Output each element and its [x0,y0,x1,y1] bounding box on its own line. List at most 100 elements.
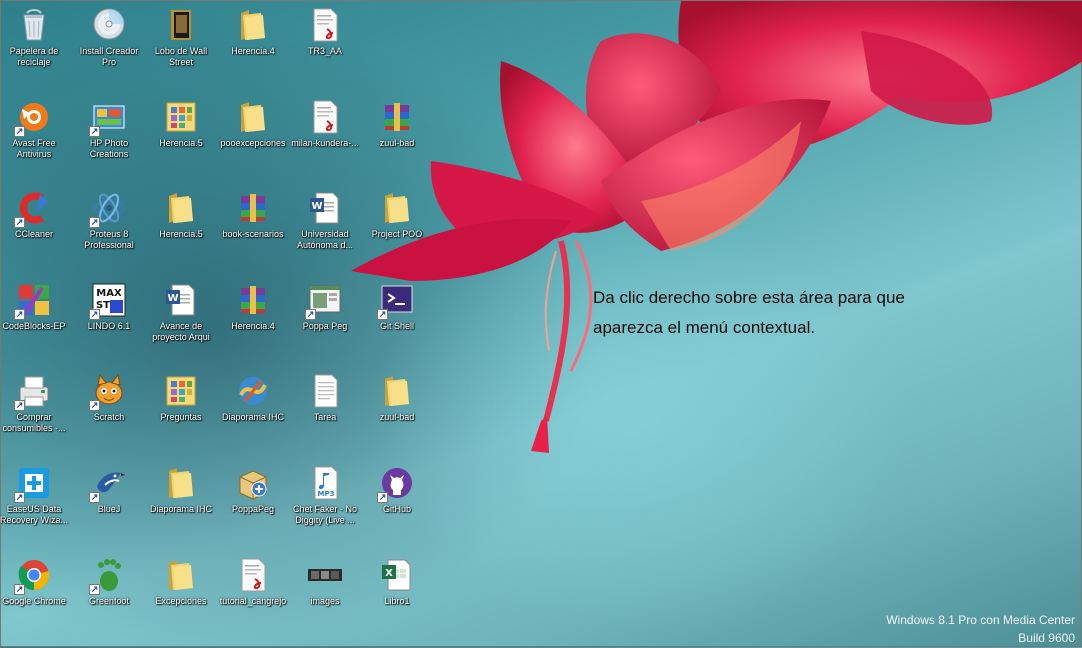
desktop-icon[interactable]: ↗ GitHub [361,459,433,547]
desktop-icon[interactable]: Herencia.4 [217,276,289,364]
desktop-icon[interactable]: Install Creador Pro [73,1,145,89]
desktop-icon[interactable]: Preguntas [145,367,217,455]
desktop-icon[interactable]: ↗ Comprar consumibles -... [0,367,70,455]
shortcut-arrow-icon: ↗ [89,584,100,595]
desktop-icon[interactable]: Herencia.5 [145,93,217,181]
desktop-icon-label: Greenfoot [88,596,130,606]
desktop-icon-label: Proteus 8 Professional [84,229,134,250]
archive-icon [235,282,271,318]
desktop-icon[interactable]: Diaporama IHC [145,459,217,547]
desktop-icon[interactable]: ↗ EaseUS Data Recovery Wiza... [0,459,70,547]
desktop-icon[interactable]: MP3 Chet Faker - No Diggity (Live ... [289,459,361,547]
svg-text:MAX: MAX [96,288,122,299]
desktop-icon[interactable]: ↗ Poppa Peg [289,276,361,364]
desktop-icon[interactable]: pooexcepciones [217,93,289,181]
desktop-icon[interactable]: Tarea [289,367,361,455]
desktop-icon[interactable]: Herencia.4 [217,1,289,89]
desktop-icon-label: book-scenarios [222,229,284,239]
desktop-icon[interactable]: book-scenarios [217,184,289,272]
desktop-icon-label: PoppaPeg [231,504,275,514]
desktop-icon-label: CCleaner [14,229,54,239]
mp3-file-icon: MP3 [307,465,343,501]
desktop-icon[interactable]: PoppaPeg [217,459,289,547]
desktop-icon-label: EaseUS Data Recovery Wiza... [0,504,68,525]
svg-text:X: X [385,568,393,579]
desktop-icon[interactable]: Diaporama IHC [217,367,289,455]
shortcut-arrow-icon: ↗ [377,309,388,320]
greenfoot-icon: ↗ [89,557,127,595]
desktop-icon-label: milan-kundera-... [291,138,359,148]
desktop-icon[interactable]: milan-kundera-... [289,93,361,181]
archive-icon [379,99,415,135]
desktop-icon-label: BlueJ [97,504,121,514]
svg-text:W: W [311,201,322,212]
desktop-icon-label: zuul-bad [379,138,415,148]
desktop-icon[interactable]: ↗ CodeBlocks-EP [0,276,70,364]
shortcut-arrow-icon: ↗ [14,400,25,411]
windows-watermark: Windows 8.1 Pro con Media Center Build 9… [886,611,1075,647]
pdf-file-icon [307,7,343,43]
desktop-icon[interactable]: Papelera de reciclaje [0,1,70,89]
desktop-icon[interactable]: ↗ Google Chrome [0,551,70,639]
desktop-icon[interactable]: ↗ Greenfoot [73,551,145,639]
desktop-icon-label: Project POO [371,229,423,239]
desktop-icon[interactable]: X Libro1 [361,551,433,639]
desktop-icon[interactable]: Excepciones [145,551,217,639]
desktop-icon-label: Tarea [313,412,337,422]
desktop-icon[interactable]: zuul-bad [361,93,433,181]
desktop-icon-label: Herencia.4 [231,46,275,56]
desktop-icon-label: Papelera de reciclaje [9,46,59,67]
desktop-icon-label: Poppa Peg [302,321,348,331]
shortcut-arrow-icon: ↗ [14,492,25,503]
desktop-icon[interactable]: W Universidad Autónoma d... [289,184,361,272]
github-icon: ↗ [377,465,415,503]
hint-line-2: aparezca el menú contextual. [593,318,816,337]
easeus-icon: ↗ [14,465,52,503]
desktop-icon-label: Diaporama IHC [221,412,285,422]
archive-icon [235,190,271,226]
desktop-icon[interactable]: ↗ CCleaner [0,184,70,272]
printer-icon: ↗ [14,373,52,411]
desktop-icon[interactable]: zuul-bad [361,367,433,455]
cd-install-icon [91,7,127,43]
desktop-icon-label: Herencia.5 [159,229,203,239]
desktop-icon[interactable]: MAX ST ↗ LINDO 6.1 [73,276,145,364]
scratch-cat-icon: ↗ [89,373,127,411]
desktop-icon[interactable]: tutorial_cangrejo [217,551,289,639]
folder-icon [235,99,271,135]
pdf-file-icon [307,99,343,135]
desktop-icon-label: Avance de proyecto Arqui [152,321,210,342]
folder-icon [379,373,415,409]
desktop-icon[interactable]: ↗ BlueJ [73,459,145,547]
desktop-icon[interactable]: TR3_AA [289,1,361,89]
lindo-icon: MAX ST ↗ [89,282,127,320]
desktop-icon[interactable]: images [289,551,361,639]
desktop-icon[interactable]: ↗ HP Photo Creations [73,93,145,181]
movie-folder-icon [163,7,199,43]
context-menu-hint: Da clic derecho sobre esta área para que… [593,283,1013,343]
ccleaner-icon: ↗ [14,190,52,228]
terminal-icon: ↗ [377,282,415,320]
desktop-icon[interactable]: Lobo de Wall Street [145,1,217,89]
desktop-icon[interactable]: Herencia.5 [145,184,217,272]
folder-icon [235,7,271,43]
pdf-file-icon [235,557,271,593]
recycle-bin-icon [16,7,52,43]
desktop-icon-label: Google Chrome [2,596,66,606]
shortcut-arrow-icon: ↗ [305,309,316,320]
desktop-icon-label: zuul-bad [379,412,415,422]
hp-photo-icon: ↗ [89,99,127,137]
desktop-icon[interactable]: ↗ Scratch [73,367,145,455]
shortcut-arrow-icon: ↗ [14,126,25,137]
desktop-icon[interactable]: ↗ Avast Free Antivirus [0,93,70,181]
folder-icon [163,557,199,593]
shortcut-arrow-icon: ↗ [89,400,100,411]
desktop-icon[interactable]: ↗ Git Shell [361,276,433,364]
desktop-icon-label: Herencia.5 [159,138,203,148]
desktop-icon[interactable]: Project POO [361,184,433,272]
desktop-icon-label: Comprar consumibles -... [2,412,66,433]
shortcut-arrow-icon: ↗ [89,492,100,503]
desktop-icon[interactable]: W Avance de proyecto Arqui [145,276,217,364]
desktop-icon[interactable]: ↗ Proteus 8 Professional [73,184,145,272]
text-file-icon [307,373,343,409]
